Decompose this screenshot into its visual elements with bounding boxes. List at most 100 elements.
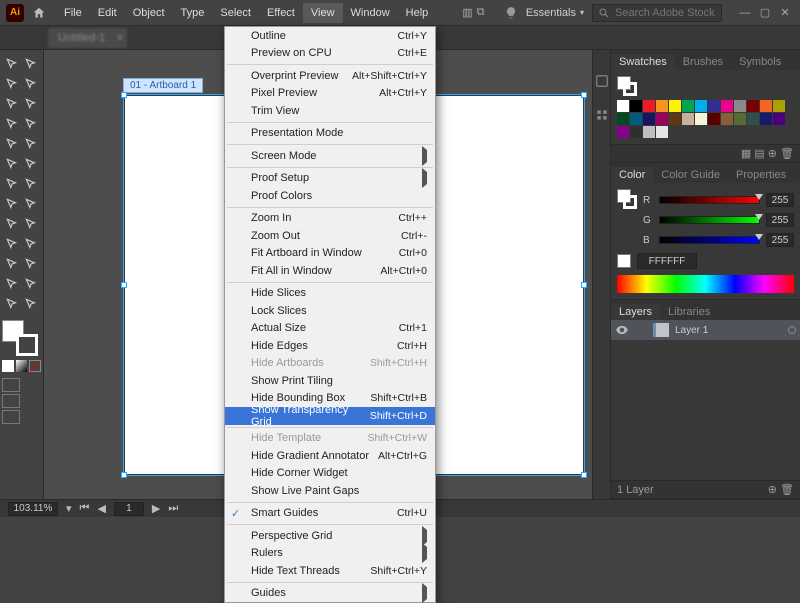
width-tool[interactable]: [2, 174, 22, 194]
selection-handle[interactable]: [581, 282, 587, 288]
draw-behind[interactable]: [2, 394, 20, 408]
selection-handle[interactable]: [121, 472, 127, 478]
swatch[interactable]: [734, 100, 746, 112]
layers-tab-layers[interactable]: Layers: [611, 304, 660, 320]
swatch[interactable]: [708, 113, 720, 125]
swatch[interactable]: [656, 113, 668, 125]
close-tab-icon[interactable]: ×: [117, 32, 123, 44]
color-tab-color[interactable]: Color: [611, 167, 653, 183]
swatch[interactable]: [617, 126, 629, 138]
paintbrush-tool[interactable]: [22, 114, 42, 134]
mesh-tool[interactable]: [2, 214, 22, 234]
close-button[interactable]: ✕: [776, 6, 794, 20]
properties-icon[interactable]: [595, 74, 609, 88]
menu-item-perspective-grid[interactable]: Perspective Grid: [225, 527, 435, 545]
layers-tab-libraries[interactable]: Libraries: [660, 304, 718, 320]
menu-item-hide-gradient-annotator[interactable]: Hide Gradient AnnotatorAlt+Ctrl+G: [225, 447, 435, 465]
color-tab-properties[interactable]: Properties: [728, 167, 794, 183]
gpu-icon[interactable]: ⧉: [477, 6, 485, 19]
swatch[interactable]: [773, 113, 785, 125]
line-tool[interactable]: [22, 94, 42, 114]
menu-item-preview-on-cpu[interactable]: Preview on CPUCtrl+E: [225, 45, 435, 63]
swatch[interactable]: [682, 100, 694, 112]
search-input[interactable]: [592, 4, 722, 22]
zoom-input[interactable]: [8, 502, 58, 516]
menu-select[interactable]: Select: [212, 3, 259, 23]
menu-item-actual-size[interactable]: Actual SizeCtrl+1: [225, 320, 435, 338]
gradient-tool[interactable]: [22, 214, 42, 234]
swatch[interactable]: [747, 113, 759, 125]
blend-tool[interactable]: [22, 234, 42, 254]
menu-item-overprint-preview[interactable]: Overprint PreviewAlt+Shift+Ctrl+Y: [225, 67, 435, 85]
workspace-switcher[interactable]: Essentials▾: [526, 7, 584, 19]
none-mode[interactable]: [29, 360, 41, 372]
shaper-tool[interactable]: [2, 134, 22, 154]
menu-help[interactable]: Help: [398, 3, 437, 23]
menu-effect[interactable]: Effect: [259, 3, 303, 23]
swatch[interactable]: [669, 113, 681, 125]
menu-item-smart-guides[interactable]: ✓Smart GuidesCtrl+U: [225, 505, 435, 523]
r-value[interactable]: [766, 193, 794, 207]
hex-input[interactable]: [637, 253, 697, 269]
menu-item-show-live-paint-gaps[interactable]: Show Live Paint Gaps: [225, 482, 435, 500]
g-value[interactable]: [766, 213, 794, 227]
menu-item-zoom-out[interactable]: Zoom OutCtrl+-: [225, 227, 435, 245]
menu-item-zoom-in[interactable]: Zoom InCtrl++: [225, 210, 435, 228]
menu-item-guides[interactable]: Guides: [225, 585, 435, 603]
home-icon[interactable]: [30, 4, 48, 22]
swatch[interactable]: [695, 100, 707, 112]
rectangle-tool[interactable]: [2, 114, 22, 134]
swatch[interactable]: [617, 100, 629, 112]
learn-icon[interactable]: [504, 6, 518, 20]
menu-item-lock-slices[interactable]: Lock Slices: [225, 302, 435, 320]
menu-item-hide-text-threads[interactable]: Hide Text ThreadsShift+Ctrl+Y: [225, 562, 435, 580]
swatch[interactable]: [669, 100, 681, 112]
menu-view[interactable]: View: [303, 3, 343, 23]
artboard-next-icon[interactable]: ▶: [152, 502, 160, 515]
menu-item-hide-slices[interactable]: Hide Slices: [225, 285, 435, 303]
pen-tool[interactable]: [2, 74, 22, 94]
chevron-down-icon[interactable]: ▾: [66, 502, 72, 515]
libraries-icon[interactable]: [595, 108, 609, 122]
swatches-tab-swatches[interactable]: Swatches: [611, 54, 675, 70]
swatch[interactable]: [630, 126, 642, 138]
symbol-sprayer-tool[interactable]: [2, 254, 22, 274]
swatch[interactable]: [630, 113, 642, 125]
curvature-tool[interactable]: [22, 74, 42, 94]
swatches-tab-brushes[interactable]: Brushes: [675, 54, 731, 70]
type-tool[interactable]: [2, 94, 22, 114]
swatch[interactable]: [760, 113, 772, 125]
b-slider[interactable]: [659, 236, 760, 244]
eraser-tool[interactable]: [22, 134, 42, 154]
arrange-docs-icon[interactable]: ▥: [462, 6, 472, 19]
target-icon[interactable]: [788, 326, 796, 334]
swatch[interactable]: [721, 100, 733, 112]
menu-item-hide-corner-widget[interactable]: Hide Corner Widget: [225, 465, 435, 483]
document-tab[interactable]: Untitled-1 ×: [48, 28, 127, 48]
artboard-tool[interactable]: [2, 274, 22, 294]
swatch[interactable]: [643, 100, 655, 112]
swatch[interactable]: [656, 126, 668, 138]
g-slider[interactable]: [659, 216, 760, 224]
zoom-tool[interactable]: [22, 294, 42, 314]
menu-object[interactable]: Object: [125, 3, 173, 23]
swatch[interactable]: [682, 113, 694, 125]
draw-inside[interactable]: [2, 410, 20, 424]
minimize-button[interactable]: —: [736, 6, 754, 20]
color-tab-color-guide[interactable]: Color Guide: [653, 167, 728, 183]
menu-item-rulers[interactable]: Rulers: [225, 545, 435, 563]
free-transform-tool[interactable]: [22, 174, 42, 194]
menu-type[interactable]: Type: [173, 3, 213, 23]
menu-item-outline[interactable]: OutlineCtrl+Y: [225, 27, 435, 45]
r-slider[interactable]: [659, 196, 760, 204]
perspective-tool[interactable]: [22, 194, 42, 214]
selection-handle[interactable]: [121, 92, 127, 98]
selection-handle[interactable]: [121, 282, 127, 288]
color-mode[interactable]: [2, 360, 14, 372]
hand-tool[interactable]: [2, 294, 22, 314]
artboard-label[interactable]: 01 - Artboard 1: [123, 78, 203, 93]
column-graph-tool[interactable]: [22, 254, 42, 274]
direct-selection-tool[interactable]: [22, 54, 42, 74]
draw-normal[interactable]: [2, 378, 20, 392]
scale-tool[interactable]: [22, 154, 42, 174]
